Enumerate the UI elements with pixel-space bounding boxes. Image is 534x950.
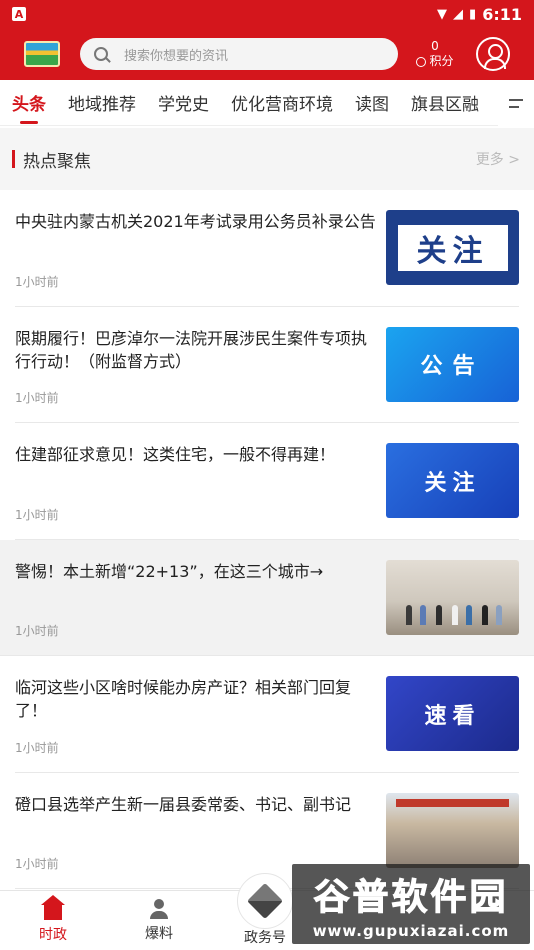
thumbnail-text: 速看 (424, 703, 481, 729)
news-thumbnail: 关注 (386, 443, 519, 518)
tab-headlines[interactable]: 头条 (12, 80, 46, 126)
site-watermark: 谷普软件园 www.gupuxiazai.com (292, 864, 530, 944)
tab-pictures[interactable]: 读图 (355, 80, 389, 126)
news-title: 磴口县选举产生新一届县委常委、书记、副书记 (15, 794, 352, 814)
user-avatar-icon[interactable] (476, 37, 510, 71)
battery-icon: ▮ (469, 6, 477, 22)
category-tabs: 头条 地域推荐 学党史 优化营商环境 读图 旗县区融 (0, 80, 534, 126)
points-label: 积分 (429, 54, 454, 68)
home-icon (41, 894, 65, 920)
app-header: 搜索你想要的资讯 0 积分 (0, 28, 534, 80)
signal-icon: ◢ (453, 6, 464, 22)
news-title: 住建部征求意见！这类住宅，一般不得再建！ (15, 445, 336, 464)
thumbnail-text: 公告 (420, 354, 485, 379)
news-thumbnail: 关注 (386, 210, 519, 285)
search-bar[interactable]: 搜索你想要的资讯 (80, 38, 398, 70)
news-time: 1小时前 (15, 391, 59, 405)
tab-party-history[interactable]: 学党史 (158, 80, 209, 126)
app-logo[interactable] (24, 41, 60, 67)
more-link[interactable]: 更多 > (476, 149, 520, 169)
nav-label: 爆料 (145, 925, 173, 942)
news-time: 1小时前 (15, 507, 59, 522)
tab-business-environment[interactable]: 优化营商环境 (231, 80, 333, 126)
watermark-url: www.gupuxiazai.com (312, 922, 510, 940)
news-thumbnail: 公告 (386, 326, 519, 402)
news-item[interactable]: 住建部征求意见！这类住宅，一般不得再建！ 1小时前 关注 (15, 423, 519, 540)
news-time: 1小时前 (15, 274, 59, 289)
reporter-icon (150, 898, 168, 919)
news-item[interactable]: 警惕！本土新增“22+13”，在这三个城市→ 1小时前 (0, 539, 534, 656)
news-item[interactable]: 临河这些小区啥时候能办房产证？相关部门回复了！ 1小时前 速看 (15, 656, 519, 773)
nav-report[interactable]: 爆料 (106, 891, 212, 950)
tab-county-media[interactable]: 旗县区融 (411, 80, 479, 126)
section-title: 热点聚焦 (23, 151, 91, 172)
news-title: 中央驻内蒙古机关2021年考试录用公务员补录公告 (15, 212, 376, 231)
tab-regional[interactable]: 地域推荐 (68, 80, 136, 126)
news-photo (386, 792, 519, 868)
news-time: 1小时前 (15, 624, 59, 638)
news-list: 中央驻内蒙古机关2021年考试录用公务员补录公告 1小时前 关注 限期履行！巴彦… (0, 190, 534, 889)
tab-menu-icon[interactable] (498, 80, 534, 126)
cube-icon (237, 873, 293, 929)
nav-politics[interactable]: 时政 (0, 891, 106, 950)
search-input[interactable]: 搜索你想要的资讯 (124, 45, 228, 64)
section-header: 热点聚焦 更多 > (0, 128, 534, 190)
clock: 6:11 (482, 4, 522, 24)
news-title: 临河这些小区啥时候能办房产证？相关部门回复了！ (15, 678, 352, 720)
news-item[interactable]: 限期履行！巴彦淖尔一法院开展涉民生案件专项执行行动！（附监督方式） 1小时前 公… (15, 307, 519, 423)
news-time: 1小时前 (15, 740, 59, 755)
thumbnail-text: 关注 (424, 470, 481, 496)
points-button[interactable]: 0 积分 (412, 39, 458, 69)
search-icon (94, 47, 108, 61)
news-item[interactable]: 中央驻内蒙古机关2021年考试录用公务员补录公告 1小时前 关注 (15, 190, 519, 307)
points-value: 0 (431, 39, 439, 53)
news-title: 限期履行！巴彦淖尔一法院开展涉民生案件专项执行行动！（附监督方式） (15, 328, 368, 371)
nav-label: 政务号 (244, 929, 286, 946)
news-photo (386, 559, 519, 635)
news-title: 警惕！本土新增“22+13”，在这三个城市→ (15, 561, 324, 581)
app-screen: A ▼ ◢ ▮ 6:11 搜索你想要的资讯 0 积分 头条 地域推荐 学党史 优… (0, 0, 534, 950)
notification-icon: A (12, 7, 26, 21)
watermark-title: 谷普软件园 (313, 877, 509, 919)
status-bar: A ▼ ◢ ▮ 6:11 (0, 0, 534, 28)
news-thumbnail: 速看 (386, 676, 519, 751)
wifi-icon: ▼ (437, 6, 448, 22)
thumbnail-text: 关注 (416, 233, 489, 269)
nav-label: 时政 (39, 926, 67, 943)
section-accent-bar (12, 150, 15, 168)
coin-icon (416, 56, 427, 67)
